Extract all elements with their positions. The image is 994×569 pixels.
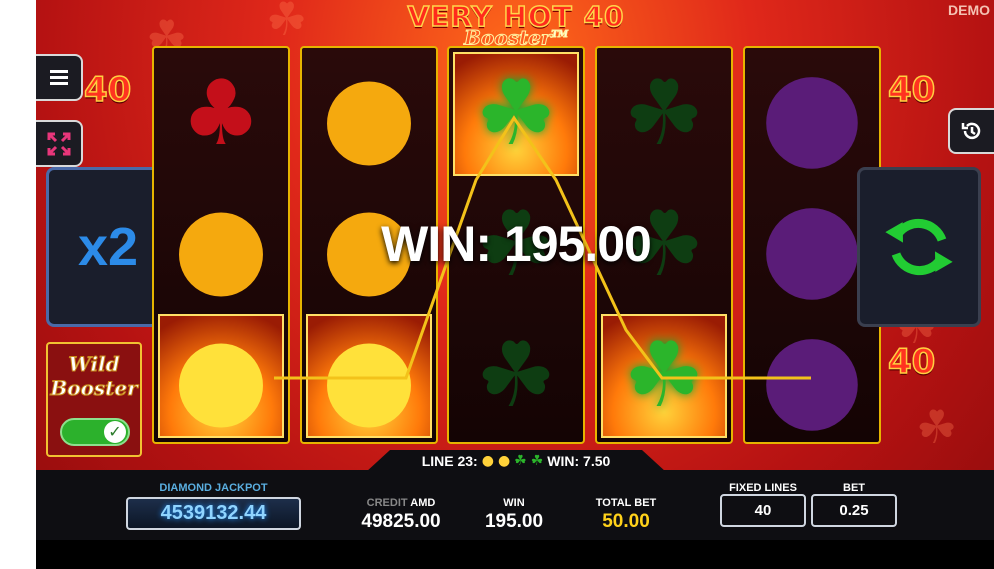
- total-bet-label: TOTAL BET: [595, 497, 657, 509]
- game-logo: VERY HOT 40 BoosterTM: [406, 1, 626, 49]
- reel-symbol-cherry: ♣: [158, 52, 284, 176]
- line-count-right-top: 40: [887, 69, 936, 111]
- line-win-label: LINE 23:: [421, 453, 478, 469]
- line-win-banner: LINE 23: ● ● ☘ ☘ WIN: 7.50: [366, 450, 666, 472]
- wild-booster-label-line2: Booster: [50, 376, 138, 401]
- spin-button[interactable]: [857, 167, 981, 327]
- check-icon: ✓: [104, 421, 126, 443]
- plum-icon: ●: [759, 175, 865, 314]
- line-count-left-top: 40: [83, 69, 132, 111]
- reel-symbol-clover-winning: ☘: [453, 52, 579, 176]
- menu-button[interactable]: [36, 54, 83, 101]
- clover-icon: ☘: [475, 323, 557, 428]
- credit-label: CREDIT: [366, 497, 408, 509]
- bet-selector[interactable]: 0.25: [811, 494, 897, 527]
- fullscreen-icon: [47, 132, 70, 155]
- fullscreen-button[interactable]: [36, 120, 83, 167]
- lemon-icon: ●: [481, 453, 494, 469]
- line-win-amount: WIN: 7.50: [547, 453, 611, 469]
- win-label: WIN: [503, 497, 525, 509]
- credit-currency: AMD: [410, 497, 436, 509]
- jackpot-value: 4539132.44: [126, 497, 301, 530]
- big-win-text: WIN: 195.00: [381, 216, 652, 272]
- plum-icon: ●: [759, 306, 865, 444]
- reel-symbol-lemon-winning: ●: [306, 314, 432, 438]
- game-stage: ☘ ☘ ☘ ☘ ☘ VERY HOT 40 BoosterTM DEMO 40 …: [36, 0, 994, 569]
- reel-symbol-lemon: ●: [158, 183, 284, 307]
- lemon-icon: ●: [173, 181, 269, 309]
- clover-icon: ☘: [514, 453, 527, 469]
- lemon-icon: ●: [173, 312, 269, 440]
- history-icon: [961, 122, 981, 140]
- win-value: 195.00: [484, 511, 544, 532]
- credit-label-group: CREDIT AMD: [346, 497, 456, 509]
- fixed-lines-value: 40: [720, 494, 806, 527]
- wild-booster-label-line1: Wild: [68, 352, 120, 377]
- fixed-lines-label: FIXED LINES: [729, 482, 797, 494]
- background-clover-icon: ☘: [266, 0, 308, 46]
- wild-booster-toggle[interactable]: ✓: [60, 418, 130, 446]
- bet-label: BET: [843, 482, 865, 494]
- reel-1: ♣ ● ●: [152, 46, 290, 444]
- refresh-icon: [885, 218, 953, 276]
- reel-symbol-clover-winning: ☘: [601, 314, 727, 438]
- trademark: TM: [551, 30, 569, 41]
- hamburger-icon: [49, 76, 68, 79]
- plum-icon: ●: [759, 46, 865, 183]
- wild-booster-panel[interactable]: Wild Booster ✓: [46, 342, 142, 457]
- reel-symbol-lemon-winning: ●: [158, 314, 284, 438]
- lemon-icon: ●: [321, 312, 417, 440]
- line-count-right-bottom: 40: [887, 341, 936, 383]
- reel-symbol-plum: ●: [749, 314, 875, 438]
- reel-symbol-plum: ●: [749, 52, 875, 176]
- clover-icon: ☘: [623, 323, 705, 428]
- multiplier-value: x2: [77, 217, 139, 277]
- reel-symbol-clover: ☘: [453, 314, 579, 438]
- clover-icon: ☘: [530, 453, 544, 469]
- history-button[interactable]: [948, 108, 994, 154]
- credit-value: 49825.00: [361, 511, 441, 532]
- reel-symbol-lemon: ●: [306, 52, 432, 176]
- jackpot-label: DIAMOND JACKPOT: [159, 482, 268, 494]
- lemon-icon: ●: [497, 453, 511, 469]
- reel-symbol-clover: ☘: [601, 52, 727, 176]
- total-bet-value: 50.00: [602, 511, 650, 532]
- demo-label: DEMO: [948, 2, 990, 18]
- clover-icon: ☘: [475, 61, 557, 166]
- clover-icon: ☘: [623, 61, 705, 166]
- bottom-strip: [36, 540, 994, 569]
- lemon-icon: ●: [321, 50, 417, 178]
- background-clover-icon: ☘: [916, 400, 958, 454]
- cherry-icon: ♣: [180, 61, 262, 166]
